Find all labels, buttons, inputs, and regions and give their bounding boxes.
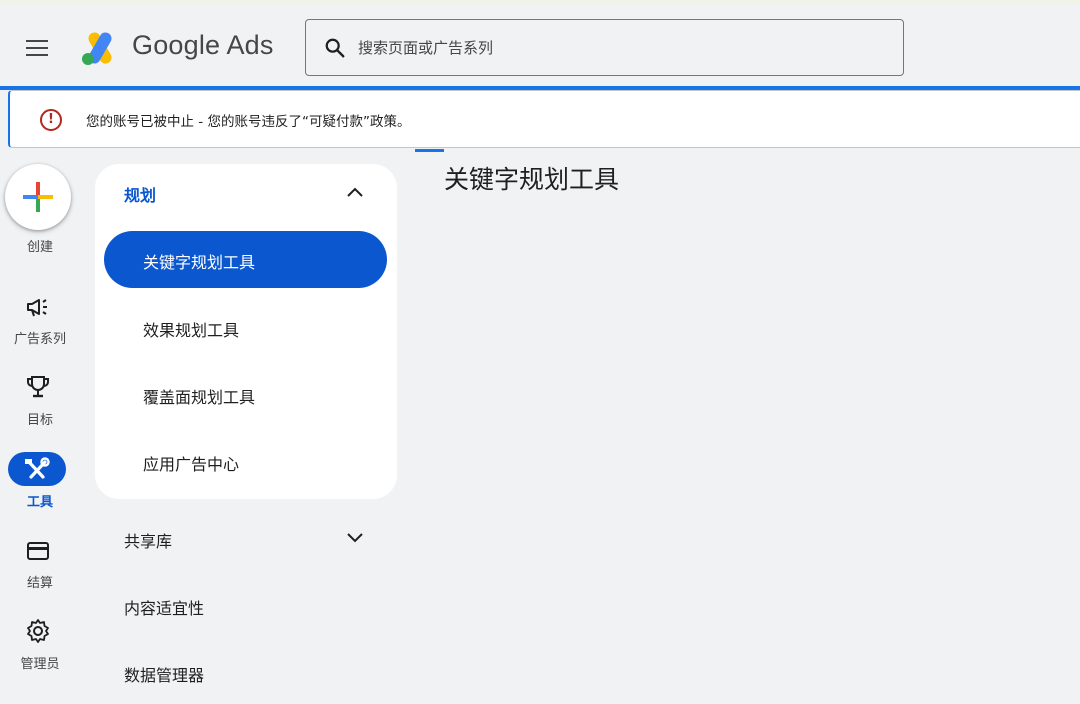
rail-item-tools[interactable]: 工具 [0,491,80,510]
search-icon [325,38,345,58]
tools-icon [25,457,50,479]
nav-item-keyword-planner[interactable]: 关键字规划工具 [104,231,387,288]
rail-item-admin[interactable]: 管理员 [0,653,80,672]
megaphone-icon[interactable] [24,294,52,320]
nav-item-app-ads-hub[interactable]: 应用广告中心 [143,451,239,475]
rail-item-goals[interactable]: 目标 [0,409,80,428]
nav-item-performance-planner[interactable]: 效果规划工具 [143,317,239,341]
header: Google Ads [0,4,1080,88]
alert-message: 您的账号已被中止 - 您的账号违反了“可疑付款”政策。 [86,110,410,130]
alert-separator: - [194,114,208,130]
nav-section-content-suitability[interactable]: 内容适宜性 [124,595,204,619]
rail-item-campaigns[interactable]: 广告系列 [0,328,80,347]
nav-section-data-manager[interactable]: 数据管理器 [124,662,204,686]
error-icon: ! [40,109,62,131]
account-suspended-alert: ! 您的账号已被中止 - 您的账号违反了“可疑付款”政策。 [8,90,1080,148]
trophy-icon[interactable] [24,374,52,400]
nav-item-reach-planner[interactable]: 覆盖面规划工具 [143,384,255,408]
create-button[interactable] [5,164,71,230]
search-input[interactable] [358,32,878,64]
page-title: 关键字规划工具 [444,165,620,194]
left-rail: 创建 广告系列 目标 工具 结算 管理员 [0,152,80,704]
search-box[interactable] [305,19,904,76]
create-label: 创建 [26,240,53,255]
nav-section-planning[interactable]: 规划 [124,182,156,206]
gear-icon[interactable] [24,618,52,644]
plus-icon [23,182,53,212]
rail-item-tools-pill[interactable] [8,452,66,486]
rail-item-billing[interactable]: 结算 [0,572,80,591]
tab-indicator [415,149,444,152]
brand-name: Google Ads [132,30,274,60]
alert-title: 您的账号已被中止 [86,114,194,130]
google-ads-logo-icon [82,32,112,65]
planning-nav-card [95,164,397,499]
alert-detail: 您的账号违反了“可疑付款”政策。 [207,114,411,130]
nav-item-label: 关键字规划工具 [143,253,256,272]
menu-icon[interactable] [26,40,48,56]
chevron-up-icon[interactable] [346,186,364,198]
nav-section-shared-library[interactable]: 共享库 [124,528,172,552]
credit-card-icon[interactable] [24,538,52,564]
chevron-down-icon[interactable] [346,532,364,544]
